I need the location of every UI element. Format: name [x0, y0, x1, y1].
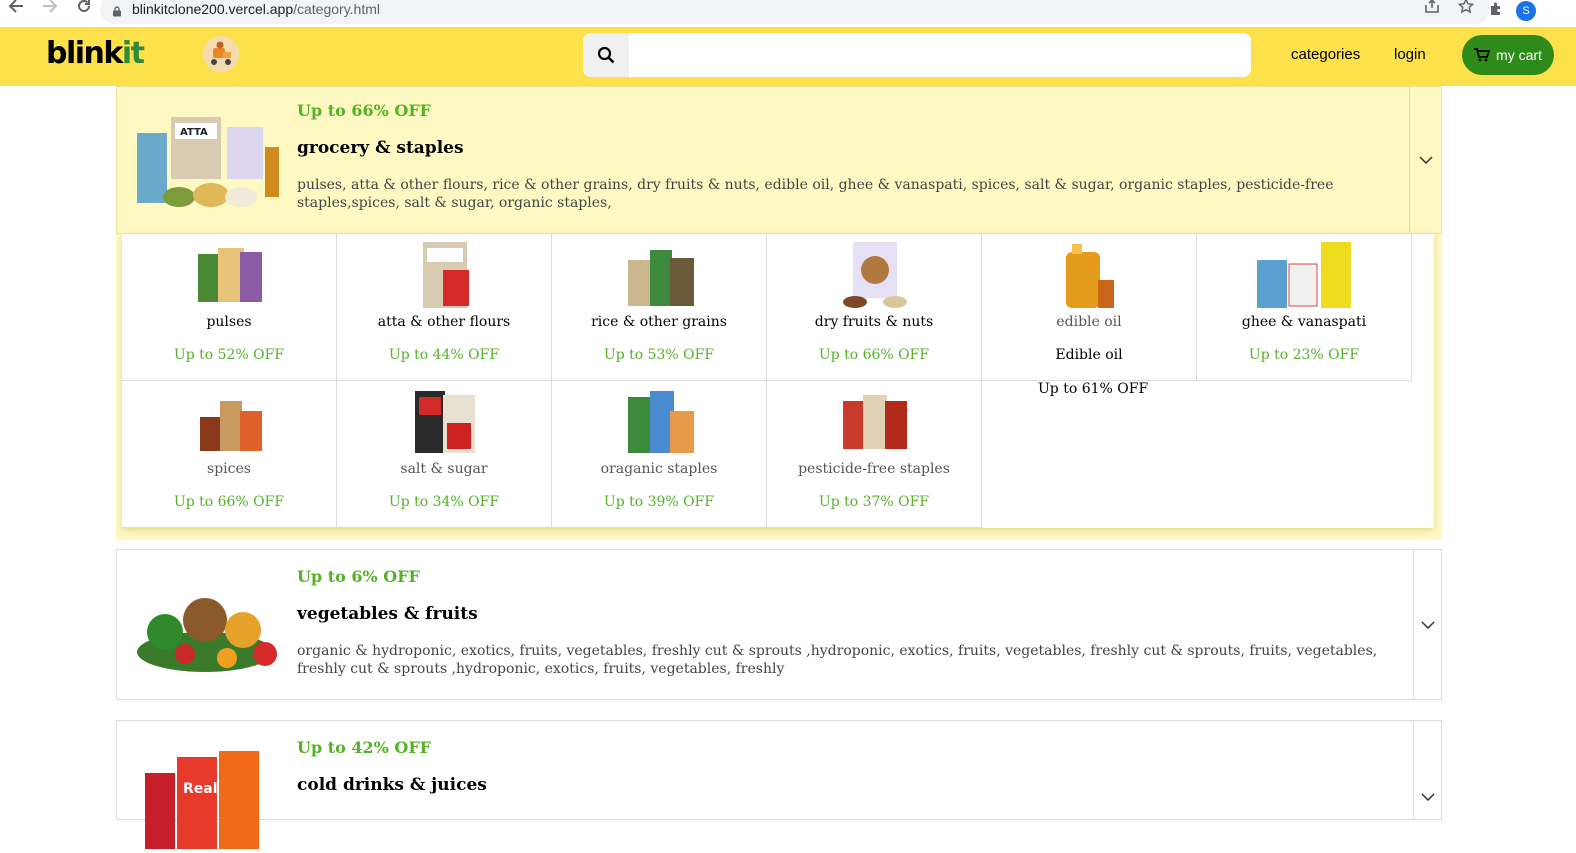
vegetables-fruits-image: [135, 572, 281, 678]
atta-image: [409, 240, 481, 310]
edible-oil-image: [1054, 240, 1126, 310]
category-description: pulses, atta & other flours, rice & othe…: [297, 177, 1334, 211]
svg-text:Real: Real: [183, 781, 218, 797]
category-title: cold drinks & juices: [297, 775, 487, 795]
cold-drinks-image: Real: [135, 743, 281, 849]
svg-text:ATTA: ATTA: [180, 127, 208, 138]
category-card-grocery[interactable]: ATTA Up to 66% OFF grocery & staples pul…: [116, 86, 1442, 234]
forward-arrow-icon[interactable]: [40, 0, 60, 16]
subcategory-grid: pulses Up to 52% OFF atta & other flours…: [122, 234, 1434, 528]
share-icon[interactable]: [1424, 0, 1440, 17]
subcategory-item[interactable]: spices Up to 66% OFF: [122, 381, 337, 528]
puzzle-icon[interactable]: [1488, 1, 1504, 21]
profile-avatar[interactable]: S: [1516, 1, 1536, 21]
category-card-vegetables[interactable]: Up to 6% OFF vegetables & fruits organic…: [116, 549, 1442, 700]
pesticide-free-image: [839, 387, 911, 457]
site-header: blinkit categories login my cart: [0, 27, 1576, 86]
search-icon: [597, 46, 615, 64]
category-title: grocery & staples: [297, 138, 464, 158]
category-card-drinks[interactable]: Real Up to 42% OFF cold drinks & juices: [116, 720, 1442, 849]
category-offer: Up to 66% OFF: [297, 101, 432, 120]
grocery-staples-image: ATTA: [135, 109, 281, 215]
back-arrow-icon[interactable]: [6, 0, 26, 16]
my-cart-button[interactable]: my cart: [1462, 35, 1554, 75]
subcategory-panel: pulses Up to 52% OFF atta & other flours…: [116, 234, 1442, 540]
spices-image: [194, 387, 266, 457]
edible-oil-offer: Up to 61% OFF: [1038, 381, 1149, 397]
url-text: blinkitclone200.vercel.app/category.html: [132, 1, 380, 17]
rice-image: [624, 240, 696, 310]
expand-toggle[interactable]: [1413, 721, 1441, 819]
ghee-image: [1257, 240, 1351, 310]
subcategory-item[interactable]: dry fruits & nuts Up to 66% OFF: [767, 234, 982, 381]
category-title: vegetables & fruits: [297, 604, 478, 624]
search-input[interactable]: [629, 33, 1251, 77]
login-link[interactable]: login: [1394, 46, 1426, 63]
blinkit-logo[interactable]: blinkit: [46, 36, 145, 71]
category-offer: Up to 6% OFF: [297, 567, 420, 586]
category-offer: Up to 42% OFF: [297, 738, 432, 757]
search-button[interactable]: [583, 33, 629, 77]
subcategory-item[interactable]: oraganic staples Up to 39% OFF: [552, 381, 767, 528]
subcategory-item[interactable]: edible oil Edible oil: [982, 234, 1197, 381]
subcategory-item[interactable]: pulses Up to 52% OFF: [122, 234, 337, 381]
address-bar[interactable]: blinkitclone200.vercel.app/category.html: [100, 0, 1490, 24]
subcategory-item[interactable]: ghee & vanaspati Up to 23% OFF: [1197, 234, 1412, 381]
pulses-image: [194, 240, 266, 310]
categories-link[interactable]: categories: [1291, 46, 1360, 63]
salt-sugar-image: [409, 387, 481, 457]
organic-staples-image: [624, 387, 696, 457]
chevron-down-icon: [1418, 156, 1433, 164]
lock-icon: [113, 5, 121, 16]
category-description: organic & hydroponic, exotics, fruits, v…: [297, 643, 1378, 677]
reload-icon[interactable]: [74, 0, 94, 16]
star-icon[interactable]: [1457, 0, 1475, 18]
cart-icon: [1474, 48, 1491, 62]
chevron-down-icon: [1420, 620, 1435, 629]
browser-toolbar: blinkitclone200.vercel.app/category.html…: [0, 0, 1576, 27]
chevron-down-icon: [1420, 793, 1435, 801]
subcategory-item[interactable]: atta & other flours Up to 44% OFF: [337, 234, 552, 381]
subcategory-item[interactable]: salt & sugar Up to 34% OFF: [337, 381, 552, 528]
subcategory-item[interactable]: pesticide-free staples Up to 37% OFF: [767, 381, 982, 528]
expand-toggle[interactable]: [1409, 87, 1441, 233]
dry-fruits-image: [839, 240, 911, 310]
expand-toggle[interactable]: [1413, 550, 1441, 699]
subcategory-item[interactable]: rice & other grains Up to 53% OFF: [552, 234, 767, 381]
delivery-scooter-icon: [203, 36, 239, 72]
search-bar: [583, 33, 1251, 77]
